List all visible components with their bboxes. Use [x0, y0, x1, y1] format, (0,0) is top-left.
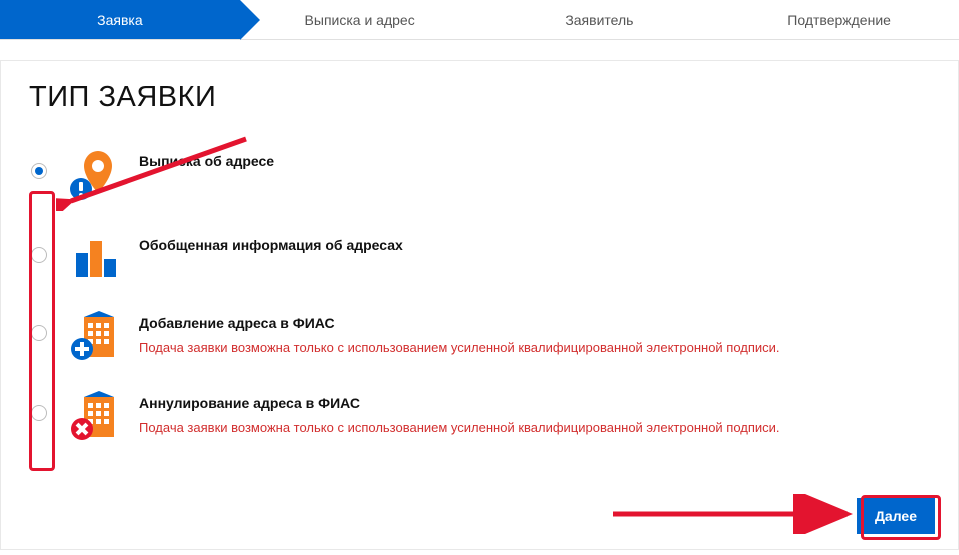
option-summary[interactable]: Обобщенная информация об адресах — [29, 233, 930, 286]
annotation-arrow-to-next — [608, 494, 858, 534]
radio-summary[interactable] — [31, 247, 47, 263]
option-annul[interactable]: Аннулирование адреса в ФИАС Подача заявк… — [29, 391, 930, 446]
step-label: Заявитель — [565, 12, 633, 28]
option-body: Обобщенная информация об адресах — [139, 233, 930, 261]
step-confirmation[interactable]: Подтверждение — [719, 0, 959, 39]
step-label: Заявка — [97, 12, 142, 28]
step-request[interactable]: Заявка — [0, 0, 240, 39]
option-title: Аннулирование адреса в ФИАС — [139, 395, 930, 411]
building-cross-icon — [70, 391, 118, 446]
option-title: Выписка об адресе — [139, 153, 930, 169]
radio-col — [29, 149, 49, 179]
icon-col — [69, 233, 119, 286]
radio-extract[interactable] — [31, 163, 47, 179]
option-add[interactable]: Добавление адреса в ФИАС Подача заявки в… — [29, 311, 930, 366]
form-card: ТИП ЗАЯВКИ Выписка об адресе — [0, 60, 959, 550]
option-extract[interactable]: Выписка об адресе — [29, 149, 930, 208]
radio-add[interactable] — [31, 325, 47, 341]
icon-col — [69, 391, 119, 446]
map-pin-icon — [70, 149, 118, 208]
next-button[interactable]: Далее — [857, 498, 935, 534]
bar-chart-icon — [70, 233, 118, 286]
option-body: Аннулирование адреса в ФИАС Подача заявк… — [139, 391, 930, 437]
option-body: Добавление адреса в ФИАС Подача заявки в… — [139, 311, 930, 357]
radio-col — [29, 391, 49, 421]
icon-col — [69, 149, 119, 208]
option-title: Обобщенная информация об адресах — [139, 237, 930, 253]
radio-col — [29, 233, 49, 263]
option-note: Подача заявки возможна только с использо… — [139, 419, 930, 437]
step-label: Выписка и адрес — [305, 12, 415, 28]
option-note: Подача заявки возможна только с использо… — [139, 339, 930, 357]
section-title: ТИП ЗАЯВКИ — [29, 81, 930, 114]
building-plus-icon — [70, 311, 118, 366]
option-body: Выписка об адресе — [139, 149, 930, 177]
stepper: Заявка Выписка и адрес Заявитель Подтвер… — [0, 0, 959, 40]
radio-col — [29, 311, 49, 341]
request-type-options: Выписка об адресе Обобщенная информация … — [29, 149, 930, 446]
step-applicant[interactable]: Заявитель — [480, 0, 720, 39]
option-title: Добавление адреса в ФИАС — [139, 315, 930, 331]
icon-col — [69, 311, 119, 366]
radio-annul[interactable] — [31, 405, 47, 421]
step-extract-address[interactable]: Выписка и адрес — [240, 0, 480, 39]
step-label: Подтверждение — [787, 12, 891, 28]
